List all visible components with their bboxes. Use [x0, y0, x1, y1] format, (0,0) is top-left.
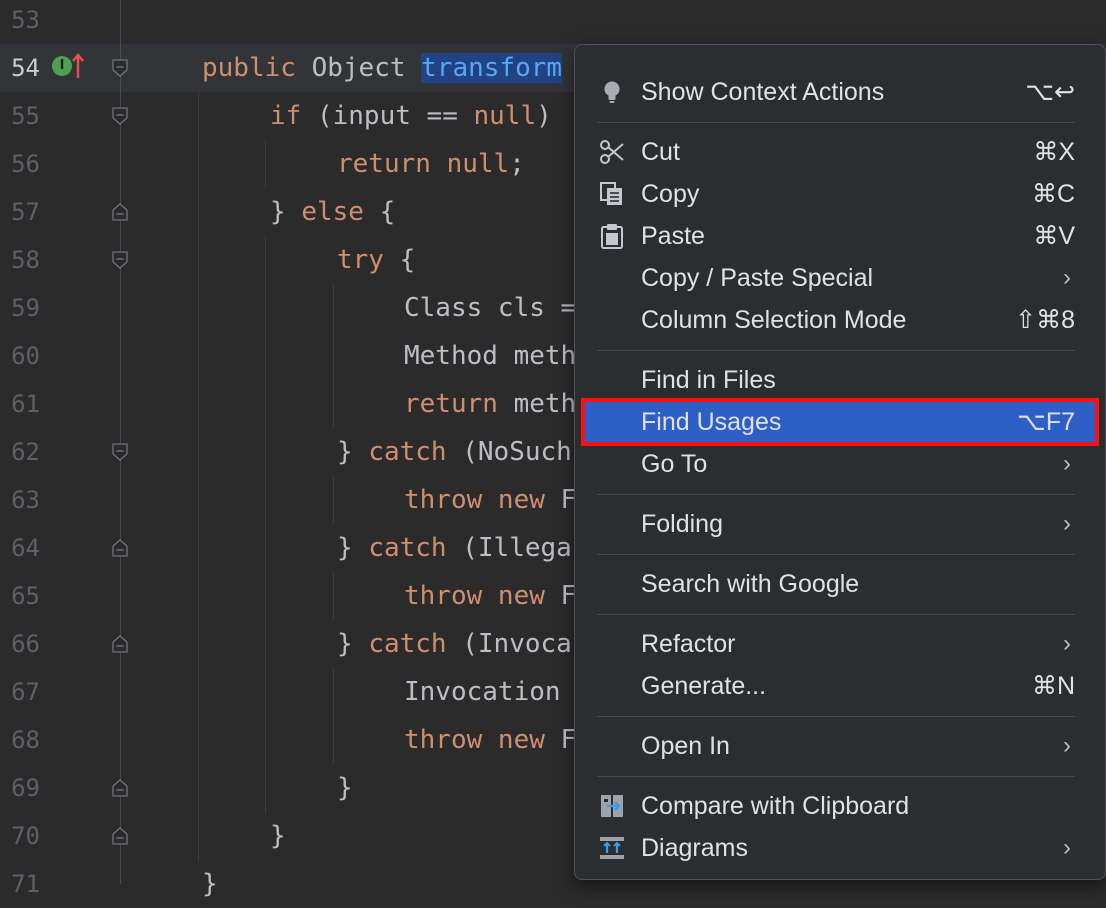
- menu-item-cut[interactable]: Cut ⌘X: [585, 132, 1095, 172]
- menu-item-folding[interactable]: Folding ›: [585, 504, 1095, 544]
- scissors-icon: [600, 140, 624, 164]
- menu-item-diagrams[interactable]: Diagrams ›: [585, 828, 1095, 868]
- menu-item-compare-with-clipboard[interactable]: Compare with Clipboard: [585, 786, 1095, 826]
- line-number: 64: [11, 534, 40, 562]
- keyword: public: [202, 53, 296, 83]
- indent-guide: [333, 668, 334, 764]
- menu-item-refactor[interactable]: Refactor ›: [585, 624, 1095, 664]
- chevron-right-icon: ›: [1063, 450, 1071, 477]
- menu-separator: [597, 350, 1075, 351]
- menu-item-copy[interactable]: Copy ⌘C: [585, 174, 1095, 214]
- fold-collapse-icon[interactable]: [112, 251, 128, 269]
- indent-guide: [333, 284, 334, 428]
- line-number: 65: [11, 582, 40, 610]
- menu-separator: [597, 494, 1075, 495]
- line-number: 62: [11, 438, 40, 466]
- editor-context-menu[interactable]: Show Context Actions ⌥↩ Cut ⌘X Copy ⌘C P…: [574, 44, 1106, 880]
- diagram-icon: [600, 837, 624, 859]
- arrow-up-icon[interactable]: [70, 52, 86, 80]
- chevron-right-icon: ›: [1063, 834, 1071, 861]
- fold-collapse-icon[interactable]: [112, 443, 128, 461]
- implements-gutter-icon[interactable]: I: [52, 56, 72, 76]
- menu-item-paste[interactable]: Paste ⌘V: [585, 216, 1095, 256]
- menu-separator: [597, 122, 1075, 123]
- indent-guide: [333, 572, 334, 620]
- line-number: 60: [11, 342, 40, 370]
- line-number: 57: [11, 198, 40, 226]
- indent-guide: [265, 236, 266, 814]
- code-line[interactable]: 53: [0, 0, 1106, 44]
- line-number: 61: [11, 390, 40, 418]
- menu-separator: [597, 776, 1075, 777]
- indent-guide: [198, 92, 199, 862]
- line-number: 69: [11, 774, 40, 802]
- fold-collapse-icon[interactable]: [112, 107, 128, 125]
- line-number: 63: [11, 486, 40, 514]
- line-number: 67: [11, 678, 40, 706]
- lightbulb-icon: [604, 81, 620, 103]
- menu-item-show-context-actions[interactable]: Show Context Actions ⌥↩: [585, 72, 1095, 112]
- line-number: 58: [11, 246, 40, 274]
- menu-item-go-to[interactable]: Go To ›: [585, 444, 1095, 484]
- chevron-right-icon: ›: [1063, 732, 1071, 759]
- menu-item-search-with-google[interactable]: Search with Google: [585, 564, 1095, 604]
- fold-collapse-icon[interactable]: [112, 59, 128, 77]
- line-number: 70: [11, 822, 40, 850]
- menu-item-generate[interactable]: Generate... ⌘N: [585, 666, 1095, 706]
- chevron-right-icon: ›: [1063, 510, 1071, 537]
- line-number: 55: [11, 102, 40, 130]
- chevron-right-icon: ›: [1063, 630, 1071, 657]
- chevron-right-icon: ›: [1063, 264, 1071, 291]
- menu-separator: [597, 554, 1075, 555]
- indent-guide: [333, 476, 334, 524]
- menu-item-copy-paste-special[interactable]: Copy / Paste Special ›: [585, 258, 1095, 298]
- compare-icon: [601, 795, 623, 817]
- copy-icon: [600, 182, 622, 205]
- line-number: 59: [11, 294, 40, 322]
- menu-separator: [597, 716, 1075, 717]
- clipboard-icon: [601, 224, 623, 249]
- fold-end-icon[interactable]: [112, 779, 128, 797]
- fold-gutter-line: [120, 0, 121, 884]
- line-number: 71: [11, 870, 40, 898]
- line-number: 54: [11, 54, 40, 82]
- method-name-selected[interactable]: transform: [421, 53, 563, 83]
- line-number: 66: [11, 630, 40, 658]
- fold-end-icon[interactable]: [112, 827, 128, 845]
- menu-item-find-usages[interactable]: Find Usages ⌥F7: [581, 398, 1099, 446]
- type-name: Object: [295, 53, 422, 83]
- indent-guide: [265, 140, 266, 188]
- line-number: 53: [11, 6, 40, 34]
- fold-end-icon[interactable]: [112, 539, 128, 557]
- fold-end-icon[interactable]: [112, 203, 128, 221]
- menu-item-open-in[interactable]: Open In ›: [585, 726, 1095, 766]
- menu-item-column-selection-mode[interactable]: Column Selection Mode ⇧⌘8: [585, 300, 1095, 340]
- line-number: 68: [11, 726, 40, 754]
- line-number: 56: [11, 150, 40, 178]
- menu-separator: [597, 614, 1075, 615]
- fold-end-icon[interactable]: [112, 635, 128, 653]
- menu-item-find-in-files[interactable]: Find in Files: [585, 360, 1095, 400]
